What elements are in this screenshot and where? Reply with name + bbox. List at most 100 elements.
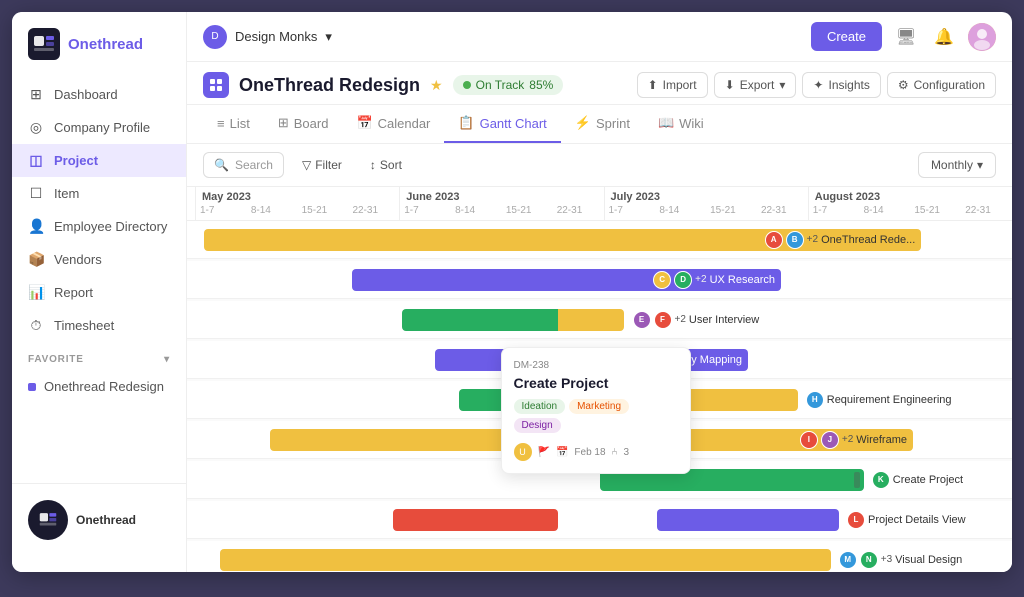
workspace-name: Design Monks: [235, 29, 317, 44]
avatar: J: [821, 431, 839, 449]
tab-board[interactable]: ⊞ Board: [264, 105, 343, 143]
gantt-row-9: M N +3 Visual Design: [187, 541, 1012, 572]
create-button[interactable]: Create: [811, 22, 882, 51]
tab-sprint[interactable]: ⚡ Sprint: [561, 105, 644, 143]
search-icon: 🔍: [214, 158, 229, 172]
configuration-icon: ⚙: [898, 78, 909, 92]
calendar-mini-icon: 🚩: [538, 447, 550, 458]
tab-calendar[interactable]: 📅 Calendar: [342, 105, 444, 143]
import-button[interactable]: ⬆ Import: [637, 72, 708, 98]
gantt-bar: A B +2 OneThread Rede...: [204, 229, 922, 251]
sidebar-item-report[interactable]: 📊 Report: [12, 276, 186, 309]
tag-design: Design: [514, 418, 561, 433]
bottom-logo: [28, 500, 68, 540]
gantt-bar-purple: [657, 509, 839, 531]
bar-count: +3: [881, 554, 892, 565]
bar-info: E F +2 User Interview: [633, 311, 760, 329]
tag-ideation: Ideation: [514, 399, 566, 414]
sidebar-item-item[interactable]: ☐ Item: [12, 177, 186, 210]
project-icon: ◫: [28, 152, 44, 169]
sidebar-item-vendors[interactable]: 📦 Vendors: [12, 243, 186, 276]
calendar-icon: 📅: [356, 115, 372, 131]
logo-icon: [28, 28, 60, 60]
favorite-label: Onethread Redesign: [44, 379, 164, 394]
sidebar-label: Timesheet: [54, 318, 114, 333]
month-june: June 2023 1-7 8-14 15-21 22-31: [399, 187, 603, 220]
gantt-bar-green: [402, 309, 559, 331]
sidebar-item-company-profile[interactable]: ◎ Company Profile: [12, 111, 186, 144]
bar-label: Project Details View: [868, 514, 966, 526]
sidebar: Onethread ⊞ Dashboard ◎ Company Profile …: [12, 12, 187, 572]
item-icon: ☐: [28, 185, 44, 202]
month-july: July 2023 1-7 8-14 15-21 22-31: [604, 187, 808, 220]
logo-text: Onethread: [68, 36, 143, 53]
import-icon: ⬆: [648, 78, 658, 92]
monitor-button[interactable]: 🖥: [892, 23, 920, 51]
bar-count: +2: [842, 434, 853, 445]
sidebar-label: Report: [54, 285, 93, 300]
avatar: C: [653, 271, 671, 289]
task-tooltip: DM-238 Create Project Ideation Marketing…: [501, 347, 691, 474]
sidebar-item-timesheet[interactable]: ⏱ Timesheet: [12, 309, 186, 342]
bar-label: Requirement Engineering: [827, 394, 952, 406]
wiki-icon: 📖: [658, 115, 674, 131]
project-icon-badge: [203, 72, 229, 98]
export-button[interactable]: ⬇ Export ▾: [714, 72, 797, 98]
search-box[interactable]: 🔍 Search: [203, 152, 284, 178]
star-icon[interactable]: ★: [430, 77, 443, 94]
favorites-section-title: FAVORITE ▾: [12, 342, 186, 371]
tab-list[interactable]: ≡ List: [203, 106, 264, 143]
sidebar-label: Item: [54, 186, 79, 201]
filter-button[interactable]: ▽ Filter: [292, 153, 352, 177]
bar-info: K Create Project: [872, 471, 963, 489]
sort-button[interactable]: ↕ Sort: [360, 153, 412, 177]
gantt-bar-red: [393, 509, 558, 531]
gantt-bar-orange: [558, 309, 624, 331]
status-text: On Track: [476, 78, 525, 92]
tag-marketing: Marketing: [569, 399, 629, 414]
month-may: May 2023 1-7 8-14 15-21 22-31: [195, 187, 399, 220]
sidebar-bottom: Onethread: [12, 483, 186, 556]
gantt-icon: 📋: [458, 115, 474, 131]
gantt-row-2: C D +2 UX Research: [187, 261, 1012, 299]
gantt-bar-orange: [674, 389, 798, 411]
insights-button[interactable]: ✦ Insights: [802, 72, 880, 98]
gantt-bar: [220, 549, 831, 571]
bar-label: Visual Design: [895, 554, 962, 566]
sidebar-item-onethread-redesign[interactable]: Onethread Redesign: [12, 371, 186, 402]
bar-label: User Interview: [689, 314, 759, 326]
sort-icon: ↕: [370, 158, 376, 172]
favorite-dot: [28, 383, 36, 391]
bar-count: +2: [675, 314, 686, 325]
view-toggle-button[interactable]: Monthly ▾: [918, 152, 996, 178]
tabs-row: ≡ List ⊞ Board 📅 Calendar 📋 Gantt Chart …: [187, 105, 1012, 144]
sidebar-nav: ⊞ Dashboard ◎ Company Profile ◫ Project …: [12, 78, 186, 483]
avatar: N: [860, 551, 878, 569]
logo: Onethread: [12, 28, 186, 78]
view-chevron-icon: ▾: [977, 158, 983, 172]
sidebar-label: Dashboard: [54, 87, 118, 102]
tooltip-footer: U 🚩 📅 Feb 18 ⑃ 3: [514, 443, 678, 461]
tab-gantt[interactable]: 📋 Gantt Chart: [444, 105, 560, 143]
tab-wiki[interactable]: 📖 Wiki: [644, 105, 718, 143]
sidebar-item-dashboard[interactable]: ⊞ Dashboard: [12, 78, 186, 111]
on-track-dot: [463, 81, 471, 89]
sidebar-label: Project: [54, 153, 98, 168]
on-track-badge: On Track 85%: [453, 75, 564, 95]
gantt-row-7: K Create Project DM-238 Create Project I…: [187, 461, 1012, 499]
workspace-selector[interactable]: D Design Monks ▾: [203, 25, 332, 49]
toolbar: 🔍 Search ▽ Filter ↕ Sort Monthly ▾: [187, 144, 1012, 187]
sidebar-item-employee-directory[interactable]: 👤 Employee Directory: [12, 210, 186, 243]
tooltip-count: 3: [624, 447, 630, 458]
project-actions: ⬆ Import ⬇ Export ▾ ✦ Insights ⚙ Configu…: [637, 72, 996, 98]
avatar: M: [839, 551, 857, 569]
sidebar-item-project[interactable]: ◫ Project: [12, 144, 186, 177]
timesheet-icon: ⏱: [28, 317, 44, 334]
gantt-row-3: E F +2 User Interview: [187, 301, 1012, 339]
avatar: I: [800, 431, 818, 449]
bell-button[interactable]: 🔔: [930, 23, 958, 51]
configuration-button[interactable]: ⚙ Configuration: [887, 72, 996, 98]
avatar: B: [786, 231, 804, 249]
bar-marker: [854, 472, 860, 488]
user-avatar[interactable]: [968, 23, 996, 51]
